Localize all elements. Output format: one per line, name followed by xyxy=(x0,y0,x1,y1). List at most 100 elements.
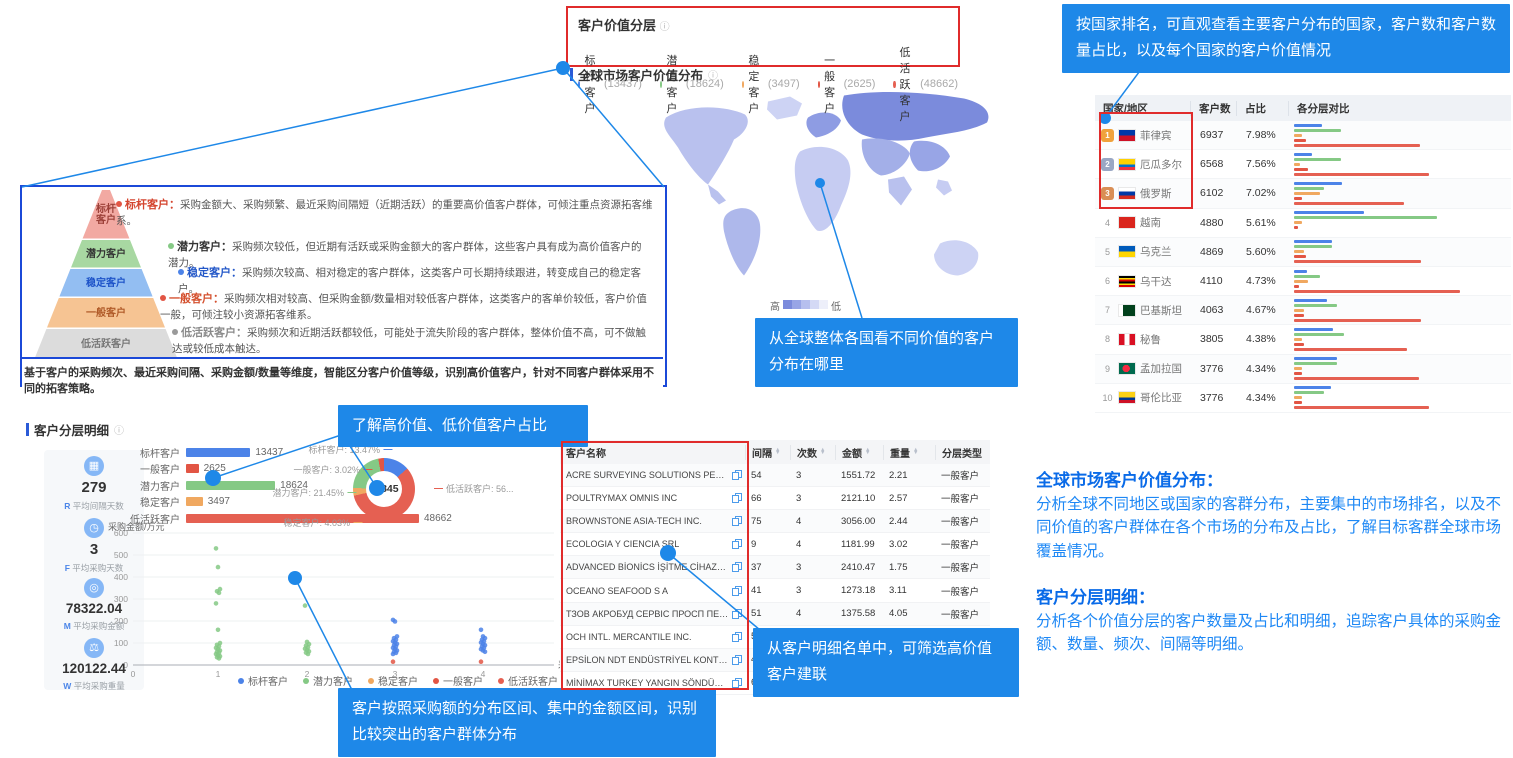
customer-name[interactable]: EPSİLON NDT ENDÜSTRİYEL KONTROL SİSTEMLE… xyxy=(566,655,729,665)
copy-icon[interactable] xyxy=(732,609,741,619)
legend-item[interactable]: 潜力客户(18624) xyxy=(660,52,724,116)
scatter-point[interactable] xyxy=(479,628,484,633)
customer-name[interactable]: ТЗОВ АКРОБУД СЕРВІС ПРОСП ПЕРЕМОГИ 91 xyxy=(566,609,729,619)
copy-icon[interactable] xyxy=(732,678,741,688)
sort-icon[interactable]: ▲▼ xyxy=(820,449,825,455)
donut-slice-label: 低活跃客户: 56... xyxy=(434,482,514,495)
customer-name[interactable]: MİNİMAX TURKEY YANGIN SÖNDÜRME SANAYİ VE… xyxy=(566,678,729,688)
explanation-heading-detail: 客户分层明细： xyxy=(1036,583,1510,608)
copy-icon[interactable] xyxy=(732,493,741,503)
callout-country-ranking: 按国家排名，可直观查看主要客户分布的国家，客户数和客户数量占比，以及每个国家的客… xyxy=(1062,4,1510,73)
country-name[interactable]: 秘鲁 xyxy=(1140,332,1161,347)
customer-weight: 3.02 xyxy=(883,539,935,550)
scatter-legend-item[interactable]: 稳定客户 xyxy=(368,673,418,688)
customer-name[interactable]: ADVANCED BİONİCS İŞİTME CİHAZLARI TİCARE… xyxy=(566,562,729,572)
country-name[interactable]: 哥伦比亚 xyxy=(1140,390,1182,405)
scatter-legend-item[interactable]: 一般客户 xyxy=(433,673,483,688)
scatter-point[interactable] xyxy=(483,650,488,655)
scatter-legend-item[interactable]: 潜力客户 xyxy=(303,673,353,688)
customer-times: 4 xyxy=(790,608,835,619)
callout-scatter: 客户按照采购额的分布区间、集中的金额区间，识别比较突出的客户群体分布 xyxy=(338,688,716,757)
customer-row: ADVANCED BİONİCS İŞİTME CİHAZLARI TİCARE… xyxy=(560,556,990,579)
bar[interactable] xyxy=(186,481,275,490)
tier-dot xyxy=(116,201,122,207)
customer-name[interactable]: POULTRYMAX OMNIS INC xyxy=(566,493,729,503)
customer-column-header[interactable]: 次数▲▼ xyxy=(790,445,835,460)
customer-column-header[interactable]: 重量▲▼ xyxy=(883,445,935,460)
scatter-point[interactable] xyxy=(217,656,222,661)
sort-icon[interactable]: ▲▼ xyxy=(865,449,870,455)
scatter-point[interactable] xyxy=(391,652,396,657)
country-name[interactable]: 菲律宾 xyxy=(1140,128,1172,143)
scatter-point[interactable] xyxy=(216,565,221,570)
country-name[interactable]: 越南 xyxy=(1140,215,1161,230)
copy-icon[interactable] xyxy=(732,562,741,572)
mini-bar xyxy=(1294,391,1324,394)
country-name[interactable]: 巴基斯坦 xyxy=(1140,303,1182,318)
sort-icon[interactable]: ▲▼ xyxy=(913,449,918,455)
legend-dot xyxy=(433,678,439,684)
customer-name[interactable]: OCEANO SEAFOOD S A xyxy=(566,586,729,596)
country-name[interactable]: 乌克兰 xyxy=(1140,244,1172,259)
customer-tier-type: 一般客户 xyxy=(935,607,990,621)
country-column-header[interactable]: 客户数 xyxy=(1190,101,1236,116)
copy-icon[interactable] xyxy=(732,516,741,526)
scatter-point[interactable] xyxy=(479,659,484,664)
country-customer-count: 4110 xyxy=(1190,275,1236,287)
scatter-point[interactable] xyxy=(214,546,219,551)
stat-w: ⚖120122.44W 平均采购重量 xyxy=(44,638,144,692)
detail-section-title: 客户分层明细 ⓘ xyxy=(26,420,124,439)
scatter-legend-item[interactable]: 低活跃客户 xyxy=(498,673,558,688)
copy-icon[interactable] xyxy=(732,632,741,642)
legend-item[interactable]: 标杆客户(13437) xyxy=(578,52,642,116)
customer-weight: 1.75 xyxy=(883,562,935,573)
customer-column-header[interactable]: 金额▲▼ xyxy=(835,445,883,460)
country-flag-icon xyxy=(1118,187,1136,200)
mini-bar xyxy=(1294,304,1337,307)
country-column-header[interactable]: 占比 xyxy=(1236,101,1288,116)
customer-row: ACRE SURVEYING SOLUTIONS PERU S A C AC 54… xyxy=(560,464,990,487)
scatter-point[interactable] xyxy=(214,601,219,606)
customer-name[interactable]: ECOLOGIA Y CIENCIA SRL xyxy=(566,539,729,549)
bar[interactable] xyxy=(186,448,250,457)
copy-icon[interactable] xyxy=(732,655,741,665)
country-percentage: 7.02% xyxy=(1236,187,1288,199)
sort-icon[interactable]: ▲▼ xyxy=(775,449,780,455)
country-column-header[interactable]: 国家/地区 xyxy=(1095,101,1190,116)
legend-item[interactable]: 低活跃客户(48662) xyxy=(893,44,958,124)
country-row: 6乌干达41104.73% xyxy=(1095,267,1511,296)
legend-item[interactable]: 一般客户(2625) xyxy=(818,52,876,116)
scatter-point[interactable] xyxy=(217,591,222,596)
scatter-point[interactable] xyxy=(391,659,396,664)
pyramid-description: 标杆客户：采购金额大、采购频繁、最近采购间隔短（近期活跃）的重要高价值客户群体，… xyxy=(116,197,659,230)
info-icon[interactable]: ⓘ xyxy=(660,22,670,33)
country-name[interactable]: 俄罗斯 xyxy=(1140,186,1172,201)
customer-weight: 4.05 xyxy=(883,608,935,619)
country-name[interactable]: 乌干达 xyxy=(1140,274,1172,289)
scatter-point[interactable] xyxy=(216,628,221,633)
scatter-point[interactable] xyxy=(393,619,398,624)
country-name[interactable]: 厄瓜多尔 xyxy=(1140,157,1182,172)
pyramid-description: 一般客户：采购频次相对较高、但采购金额/数量相对较低客户群体，这类客户的客单价较… xyxy=(160,291,656,324)
scatter-point[interactable] xyxy=(306,652,311,657)
copy-icon[interactable] xyxy=(732,470,741,480)
scatter-point[interactable] xyxy=(303,603,308,608)
customer-column-header[interactable]: 间隔▲▼ xyxy=(745,445,790,460)
info-icon[interactable]: ⓘ xyxy=(114,422,124,437)
legend-item[interactable]: 稳定客户(3497) xyxy=(742,52,800,116)
customer-interval: 66 xyxy=(745,493,790,504)
copy-icon[interactable] xyxy=(732,586,741,596)
bar[interactable] xyxy=(186,464,199,473)
customer-name[interactable]: ACRE SURVEYING SOLUTIONS PERU S A C AC xyxy=(566,470,729,480)
bar[interactable] xyxy=(186,497,203,506)
customer-interval: 54 xyxy=(745,470,790,481)
stat-value: 120122.44 xyxy=(44,661,144,676)
copy-icon[interactable] xyxy=(732,539,741,549)
legend-label: 潜力客户 xyxy=(666,52,682,116)
customer-name[interactable]: OCH INTL. MERCANTILE INC. xyxy=(566,632,729,642)
country-column-header[interactable]: 各分层对比 xyxy=(1288,101,1511,116)
scatter-legend-item[interactable]: 标杆客户 xyxy=(238,673,288,688)
legend-dot xyxy=(578,81,580,88)
customer-name[interactable]: BROWNSTONE ASIA-TECH INC. xyxy=(566,516,729,526)
country-name[interactable]: 孟加拉国 xyxy=(1140,361,1182,376)
